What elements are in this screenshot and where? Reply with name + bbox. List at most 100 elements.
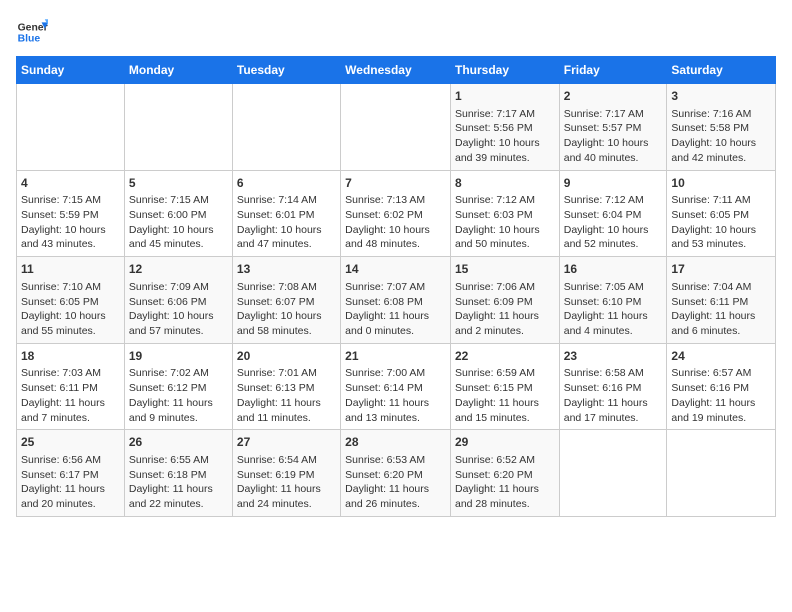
day-info: Sunrise: 7:03 AM (21, 366, 120, 381)
day-info: Sunrise: 7:12 AM (455, 193, 555, 208)
day-info: Sunset: 6:13 PM (237, 381, 336, 396)
calendar-cell: 23Sunrise: 6:58 AMSunset: 6:16 PMDayligh… (559, 343, 667, 430)
day-info: and 26 minutes. (345, 497, 446, 512)
day-info: Daylight: 11 hours (455, 309, 555, 324)
day-info: Daylight: 11 hours (564, 309, 663, 324)
calendar-cell: 9Sunrise: 7:12 AMSunset: 6:04 PMDaylight… (559, 170, 667, 257)
day-info: Sunset: 5:56 PM (455, 121, 555, 136)
calendar-cell: 8Sunrise: 7:12 AMSunset: 6:03 PMDaylight… (450, 170, 559, 257)
header-saturday: Saturday (667, 57, 776, 84)
header-friday: Friday (559, 57, 667, 84)
page-header: General Blue (16, 16, 776, 48)
day-info: and 47 minutes. (237, 237, 336, 252)
day-number: 17 (671, 261, 771, 278)
day-info: Sunrise: 7:05 AM (564, 280, 663, 295)
day-info: Sunset: 6:18 PM (129, 468, 228, 483)
calendar-cell: 27Sunrise: 6:54 AMSunset: 6:19 PMDayligh… (232, 430, 340, 517)
day-info: Sunset: 6:19 PM (237, 468, 336, 483)
day-info: Sunset: 6:04 PM (564, 208, 663, 223)
day-number: 4 (21, 175, 120, 192)
day-info: and 13 minutes. (345, 411, 446, 426)
day-info: Daylight: 10 hours (455, 136, 555, 151)
day-info: Sunrise: 6:56 AM (21, 453, 120, 468)
day-info: and 19 minutes. (671, 411, 771, 426)
day-info: and 50 minutes. (455, 237, 555, 252)
day-info: Sunrise: 7:12 AM (564, 193, 663, 208)
header-monday: Monday (124, 57, 232, 84)
day-info: Daylight: 11 hours (345, 309, 446, 324)
day-number: 5 (129, 175, 228, 192)
calendar-cell: 7Sunrise: 7:13 AMSunset: 6:02 PMDaylight… (341, 170, 451, 257)
day-info: and 0 minutes. (345, 324, 446, 339)
day-info: Daylight: 11 hours (129, 482, 228, 497)
day-number: 9 (564, 175, 663, 192)
calendar-cell (17, 84, 125, 171)
header-sunday: Sunday (17, 57, 125, 84)
day-info: and 15 minutes. (455, 411, 555, 426)
day-info: Sunset: 6:16 PM (671, 381, 771, 396)
day-info: and 58 minutes. (237, 324, 336, 339)
calendar-cell: 21Sunrise: 7:00 AMSunset: 6:14 PMDayligh… (341, 343, 451, 430)
day-number: 23 (564, 348, 663, 365)
calendar-cell: 29Sunrise: 6:52 AMSunset: 6:20 PMDayligh… (450, 430, 559, 517)
day-info: Sunrise: 6:54 AM (237, 453, 336, 468)
day-info: Sunset: 6:07 PM (237, 295, 336, 310)
day-info: Sunset: 6:01 PM (237, 208, 336, 223)
day-info: Daylight: 11 hours (671, 309, 771, 324)
day-info: Daylight: 10 hours (21, 309, 120, 324)
day-info: Daylight: 10 hours (237, 309, 336, 324)
day-info: and 24 minutes. (237, 497, 336, 512)
day-info: Sunset: 6:11 PM (671, 295, 771, 310)
day-info: Daylight: 10 hours (671, 223, 771, 238)
day-info: Sunrise: 7:16 AM (671, 107, 771, 122)
day-info: and 6 minutes. (671, 324, 771, 339)
day-info: and 43 minutes. (21, 237, 120, 252)
day-info: Sunset: 5:57 PM (564, 121, 663, 136)
day-info: and 55 minutes. (21, 324, 120, 339)
day-number: 1 (455, 88, 555, 105)
calendar-cell: 12Sunrise: 7:09 AMSunset: 6:06 PMDayligh… (124, 257, 232, 344)
day-info: Daylight: 11 hours (129, 396, 228, 411)
day-info: and 52 minutes. (564, 237, 663, 252)
calendar-week-0: 1Sunrise: 7:17 AMSunset: 5:56 PMDaylight… (17, 84, 776, 171)
day-info: and 2 minutes. (455, 324, 555, 339)
day-info: Sunrise: 7:10 AM (21, 280, 120, 295)
calendar-cell: 28Sunrise: 6:53 AMSunset: 6:20 PMDayligh… (341, 430, 451, 517)
day-info: Daylight: 10 hours (455, 223, 555, 238)
day-info: and 39 minutes. (455, 151, 555, 166)
day-number: 13 (237, 261, 336, 278)
day-info: Sunrise: 7:15 AM (21, 193, 120, 208)
day-info: and 45 minutes. (129, 237, 228, 252)
day-info: Sunrise: 7:08 AM (237, 280, 336, 295)
header-tuesday: Tuesday (232, 57, 340, 84)
day-number: 3 (671, 88, 771, 105)
day-info: and 57 minutes. (129, 324, 228, 339)
day-info: Sunrise: 6:52 AM (455, 453, 555, 468)
day-info: Sunset: 6:03 PM (455, 208, 555, 223)
day-info: Sunset: 6:17 PM (21, 468, 120, 483)
header-wednesday: Wednesday (341, 57, 451, 84)
day-info: and 17 minutes. (564, 411, 663, 426)
calendar-cell (341, 84, 451, 171)
day-number: 11 (21, 261, 120, 278)
day-info: Sunrise: 6:57 AM (671, 366, 771, 381)
day-info: Sunrise: 7:11 AM (671, 193, 771, 208)
day-info: Sunset: 6:12 PM (129, 381, 228, 396)
day-info: and 7 minutes. (21, 411, 120, 426)
calendar-week-3: 18Sunrise: 7:03 AMSunset: 6:11 PMDayligh… (17, 343, 776, 430)
day-info: Sunset: 6:06 PM (129, 295, 228, 310)
day-info: Daylight: 11 hours (21, 482, 120, 497)
calendar-cell: 26Sunrise: 6:55 AMSunset: 6:18 PMDayligh… (124, 430, 232, 517)
calendar-cell (232, 84, 340, 171)
day-number: 15 (455, 261, 555, 278)
calendar-cell: 18Sunrise: 7:03 AMSunset: 6:11 PMDayligh… (17, 343, 125, 430)
day-number: 21 (345, 348, 446, 365)
day-info: Sunrise: 7:15 AM (129, 193, 228, 208)
calendar-cell: 14Sunrise: 7:07 AMSunset: 6:08 PMDayligh… (341, 257, 451, 344)
day-info: Sunset: 5:59 PM (21, 208, 120, 223)
day-info: Daylight: 10 hours (129, 309, 228, 324)
day-info: and 9 minutes. (129, 411, 228, 426)
day-info: and 20 minutes. (21, 497, 120, 512)
day-info: Sunset: 6:10 PM (564, 295, 663, 310)
day-info: Sunset: 6:16 PM (564, 381, 663, 396)
